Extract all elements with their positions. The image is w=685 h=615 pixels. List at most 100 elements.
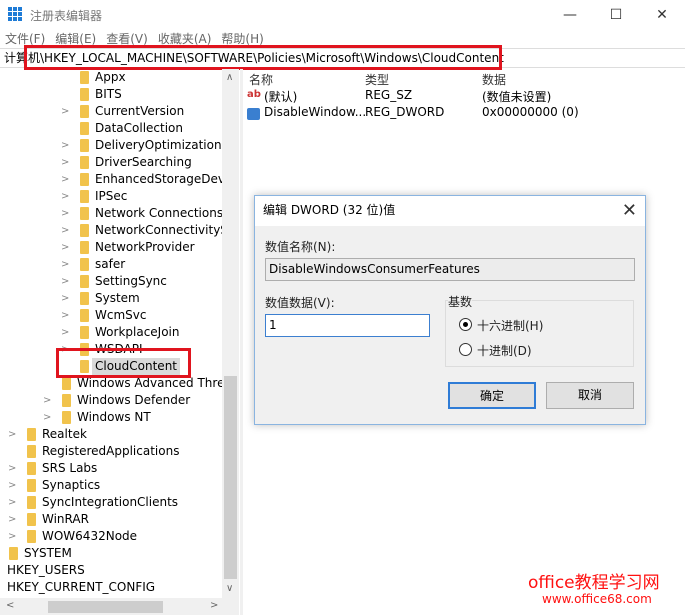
expand-chevron-icon[interactable]: > (8, 494, 18, 511)
folder-icon (80, 309, 89, 322)
folder-icon (9, 547, 18, 560)
tree-scroll-thumb[interactable] (224, 376, 237, 579)
minimize-button[interactable]: — (555, 5, 585, 25)
expand-chevron-icon[interactable]: > (8, 511, 18, 528)
tree-item-label: BITS (95, 87, 122, 101)
maximize-button[interactable]: ☐ (601, 5, 631, 25)
value-name-label: 数值名称(N): (265, 240, 336, 254)
tree-item[interactable]: > NetworkConnectivitySt (0, 222, 233, 239)
folder-icon (80, 71, 89, 84)
tree-item-label: Realtek (42, 427, 87, 441)
expand-chevron-icon[interactable]: > (61, 137, 71, 154)
scroll-down-icon[interactable]: ∨ (226, 583, 233, 594)
watermark-url: www.office68.com (542, 592, 652, 606)
decimal-label[interactable]: 十进制(D) (477, 342, 532, 359)
tree-item[interactable]: HKEY_CURRENT_CONFIG (0, 579, 222, 596)
expand-chevron-icon[interactable]: > (61, 171, 71, 188)
expand-chevron-icon[interactable]: > (61, 154, 71, 171)
tree-item-label: Network Connections (95, 206, 224, 220)
expand-chevron-icon[interactable]: > (61, 324, 71, 341)
tree-item-label: SYSTEM (24, 546, 72, 560)
tree-item[interactable]: > NetworkProvider (0, 239, 222, 256)
tree-item[interactable]: > SettingSync (0, 273, 222, 290)
tree-item[interactable]: BITS (0, 86, 222, 103)
scroll-left-icon[interactable]: < (6, 600, 14, 611)
cancel-button[interactable]: 取消 (546, 382, 634, 409)
tree-item[interactable]: > IPSec (0, 188, 222, 205)
tree-item[interactable]: > EnhancedStorageDevic (0, 171, 235, 188)
tree-item[interactable]: > WorkplaceJoin (0, 324, 222, 341)
hex-label[interactable]: 十六进制(H) (477, 317, 543, 334)
expand-chevron-icon[interactable]: > (8, 460, 18, 477)
scroll-right-icon[interactable]: > (210, 600, 218, 611)
tree-item[interactable]: > Windows NT (0, 409, 222, 426)
tree-item[interactable]: > Windows Defender (0, 392, 222, 409)
tree-item[interactable]: > DeliveryOptimization (0, 137, 222, 154)
tree-item[interactable]: > CurrentVersion (0, 103, 222, 120)
expand-chevron-icon[interactable]: > (61, 256, 71, 273)
tree-item-label: HKEY_CURRENT_CONFIG (7, 580, 156, 594)
tree-item[interactable]: > System (0, 290, 222, 307)
tree-item-label: DriverSearching (95, 155, 192, 169)
folder-icon (80, 241, 89, 254)
tree-hscroll-thumb[interactable] (48, 601, 163, 613)
expand-chevron-icon[interactable]: > (43, 392, 53, 409)
folder-icon (80, 190, 89, 203)
tree-item[interactable]: > WcmSvc (0, 307, 222, 324)
column-data[interactable]: 数据 (482, 71, 506, 88)
value-data: 0x00000000 (0) (482, 105, 579, 119)
tree-item[interactable]: > Synaptics (0, 477, 222, 494)
expand-chevron-icon[interactable]: > (61, 290, 71, 307)
tree-item[interactable]: > Realtek (0, 426, 222, 443)
dialog-close-icon[interactable]: ✕ (622, 200, 637, 221)
hex-radio[interactable] (459, 318, 472, 331)
expand-chevron-icon[interactable]: > (8, 477, 18, 494)
tree-item[interactable]: > WOW6432Node (0, 528, 222, 545)
expand-chevron-icon[interactable]: > (8, 426, 18, 443)
expand-chevron-icon[interactable]: > (8, 528, 18, 545)
expand-chevron-icon[interactable]: > (61, 222, 71, 239)
tree-item[interactable]: > Network Connections (0, 205, 224, 222)
tree-item-label: WinRAR (42, 512, 89, 526)
tree-item[interactable]: > safer (0, 256, 222, 273)
tree-item-label: WcmSvc (95, 308, 147, 322)
tree-item-label: WOW6432Node (42, 529, 138, 543)
expand-chevron-icon[interactable]: > (43, 409, 53, 426)
binary-value-icon (247, 108, 260, 120)
ok-button[interactable]: 确定 (448, 382, 536, 409)
scroll-up-icon[interactable]: ∧ (226, 72, 233, 83)
title-bar: 注册表编辑器 — ☐ ✕ (0, 0, 685, 30)
tree-item[interactable]: > WinRAR (0, 511, 222, 528)
watermark-title: office教程学习网 (528, 573, 660, 593)
close-button[interactable]: ✕ (647, 5, 677, 25)
expand-chevron-icon[interactable]: > (61, 205, 71, 222)
value-data-label: 数值数据(V): (265, 296, 335, 310)
tree-item[interactable]: > SyncIntegrationClients (0, 494, 222, 511)
expand-chevron-icon[interactable]: > (61, 103, 71, 120)
expand-chevron-icon[interactable]: > (61, 307, 71, 324)
tree-item[interactable]: Appx (0, 69, 222, 86)
tree-item[interactable]: HKEY_USERS (0, 562, 222, 579)
tree-item-label: SyncIntegrationClients (42, 495, 179, 509)
tree-item[interactable]: > SRS Labs (0, 460, 222, 477)
folder-icon (27, 513, 36, 526)
pane-splitter[interactable] (240, 69, 243, 615)
column-type[interactable]: 类型 (365, 71, 389, 88)
folder-icon (27, 445, 36, 458)
column-name[interactable]: 名称 (249, 71, 273, 88)
tree-item-label: Windows Defender (77, 393, 191, 407)
tree-item[interactable]: SYSTEM (0, 545, 222, 562)
decimal-radio[interactable] (459, 343, 472, 356)
tree-item[interactable]: RegisteredApplications (0, 443, 222, 460)
folder-icon (27, 479, 36, 492)
tree-item-label: DeliveryOptimization (95, 138, 222, 152)
folder-icon (27, 530, 36, 543)
tree-item[interactable]: DataCollection (0, 120, 222, 137)
expand-chevron-icon[interactable]: > (61, 188, 71, 205)
tree-item[interactable]: > DriverSearching (0, 154, 222, 171)
value-data-input[interactable]: 1 (265, 314, 430, 337)
expand-chevron-icon[interactable]: > (61, 273, 71, 290)
expand-chevron-icon[interactable]: > (61, 239, 71, 256)
tree-item-label: RegisteredApplications (42, 444, 180, 458)
folder-icon (80, 292, 89, 305)
